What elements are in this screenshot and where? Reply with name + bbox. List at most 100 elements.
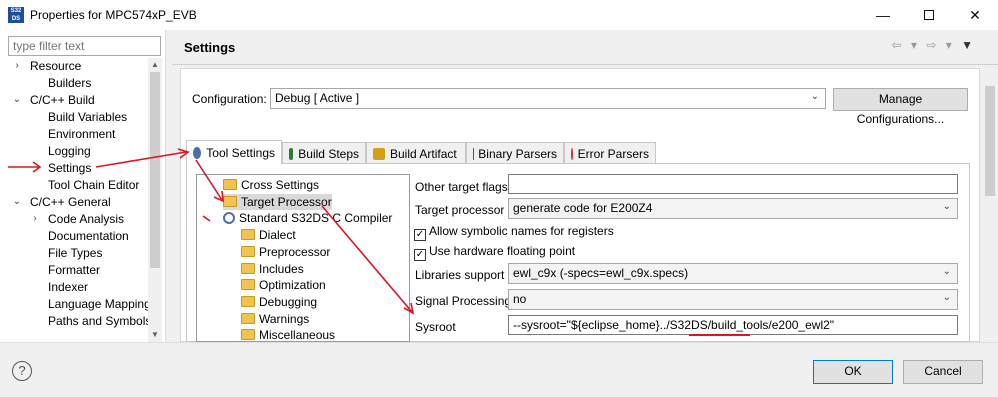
target-processor-select[interactable]: generate code for E200Z4 ⌄ (508, 198, 958, 219)
tool-tree-item-warnings[interactable]: Warnings (241, 311, 309, 327)
other-target-flags-label: Other target flags (415, 180, 508, 194)
tree-item-label: Builders (48, 76, 92, 90)
configuration-select[interactable]: Debug [ Active ] ⌄ (270, 88, 826, 109)
chevron-right-icon[interactable]: › (12, 58, 22, 74)
page-title: Settings (184, 40, 236, 55)
divider (172, 64, 998, 65)
tab-label: Tool Settings (206, 145, 275, 160)
target-processor-label: Target processor (415, 203, 505, 217)
error-icon (571, 147, 573, 160)
tab-build-artifact[interactable]: Build Artifact (366, 142, 466, 164)
menu-icon[interactable]: ▼ (961, 38, 976, 52)
tree-item-label: Resource (30, 59, 82, 73)
back-icon[interactable]: ⇦ (892, 38, 905, 52)
tool-tree-label: Dialect (259, 228, 296, 243)
chevron-down-icon[interactable]: ⌄ (12, 194, 22, 210)
tab-label: Build Artifact (390, 146, 457, 161)
tree-item-label: Environment (48, 127, 116, 141)
libraries-support-select[interactable]: ewl_c9x (-specs=ewl_c9x.specs) ⌄ (508, 263, 958, 284)
help-icon[interactable]: ? (12, 361, 32, 381)
folder-icon (241, 229, 255, 241)
cancel-button[interactable]: Cancel (903, 360, 983, 384)
tab-error-parsers[interactable]: Error Parsers (564, 142, 656, 164)
close-icon: ✕ (969, 6, 981, 23)
tab-binary-parsers[interactable]: Binary Parsers (466, 142, 564, 164)
tool-tree-item-cross-settings[interactable]: Cross Settings (223, 177, 319, 193)
trophy-icon (373, 147, 385, 160)
folder-icon (241, 295, 255, 307)
tool-tree-item-preprocessor[interactable]: Preprocessor (241, 244, 330, 260)
checkbox-checked-icon: ✓ (414, 229, 426, 241)
tool-tree: Cross Settings Target Processor Standard S… (196, 174, 410, 342)
folder-icon (223, 179, 237, 190)
hw-float-checkbox[interactable]: ✓ Use hardware floating point (414, 244, 575, 261)
tool-tree-item-dialect[interactable]: Dialect (241, 227, 296, 243)
tab-build-steps[interactable]: Build Steps (282, 142, 366, 164)
chevron-down-icon[interactable]: ⌄ (12, 92, 22, 108)
scroll-up-icon[interactable]: ▲ (148, 58, 162, 72)
tool-tree-label: Debugging (259, 294, 318, 309)
tool-tree-item-standard-s32ds-c-compiler[interactable]: Standard S32DS C Compiler (223, 210, 392, 226)
other-target-flags-input[interactable] (508, 174, 958, 194)
dropdown-icon[interactable]: ▾ (911, 38, 920, 52)
signal-processing-select[interactable]: no ⌄ (508, 289, 958, 310)
folder-icon (241, 262, 255, 274)
folder-icon (241, 329, 255, 341)
tool-tree-label: Cross Settings (241, 178, 320, 192)
dialog-footer: ? OK Cancel (0, 342, 998, 397)
tool-tree-label: Warnings (259, 311, 310, 326)
wrench-icon (289, 147, 294, 160)
window-titlebar: S32 DS Properties for MPC574xP_EVB — ✕ (0, 0, 998, 30)
tree-item-label: Settings (48, 161, 92, 175)
tool-tree-label: Miscellaneous (259, 328, 336, 343)
tree-item-label: Paths and Symbols (48, 314, 152, 328)
tool-tree-item-optimization[interactable]: Optimization (241, 277, 326, 293)
folder-icon (241, 279, 255, 291)
scroll-thumb[interactable] (150, 72, 160, 268)
chevron-right-icon[interactable]: › (30, 211, 40, 227)
chevron-down-icon: ⌄ (942, 201, 951, 212)
dropdown-icon[interactable]: ▾ (946, 38, 955, 52)
scroll-down-icon[interactable]: ▼ (148, 328, 162, 342)
libraries-support-value: ewl_c9x (-specs=ewl_c9x.specs) (513, 266, 689, 280)
minimize-button[interactable]: — (860, 0, 906, 30)
hw-float-label: Use hardware floating point (429, 244, 576, 258)
tool-tree-item-debugging[interactable]: Debugging (241, 294, 317, 310)
tool-tree-item-target-processor[interactable]: Target Processor (223, 193, 332, 210)
tree-item-label: Tool Chain Editor (48, 178, 140, 192)
tab-tool-settings[interactable]: Tool Settings (186, 140, 282, 164)
ok-button[interactable]: OK (813, 360, 893, 384)
forward-icon[interactable]: ⇨ (926, 38, 939, 52)
tab-label: Build Steps (298, 146, 359, 161)
tree-item-label: Logging (48, 144, 91, 158)
folder-icon (241, 245, 255, 257)
maximize-icon (924, 10, 934, 20)
configuration-value: Debug [ Active ] (275, 91, 360, 105)
tool-tree-item-includes[interactable]: Includes (241, 261, 304, 277)
maximize-button[interactable] (906, 0, 952, 30)
folder-icon (223, 195, 237, 207)
tree-item-label: Indexer (48, 280, 89, 294)
filter-input[interactable] (8, 36, 161, 56)
close-button[interactable]: ✕ (952, 0, 998, 30)
tree-item-label: File Types (48, 246, 103, 260)
tree-item-label: C/C++ Build (30, 93, 95, 107)
left-scrollbar[interactable]: ▲ ▼ (148, 58, 162, 342)
nav-arrows[interactable]: ⇦ ▾ ⇨ ▾ ▼ (892, 38, 976, 52)
tab-label: Error Parsers (577, 146, 649, 161)
libraries-support-label: Libraries support (415, 268, 505, 282)
app-icon: S32 DS (8, 7, 24, 23)
scroll-thumb[interactable] (985, 86, 995, 196)
sysroot-label: Sysroot (415, 320, 456, 334)
tool-tree-item-miscellaneous[interactable]: Miscellaneous (241, 327, 335, 343)
symbolic-names-label: Allow symbolic names for registers (429, 224, 614, 238)
manage-configurations-button[interactable]: Manage Configurations... (833, 88, 968, 126)
right-scrollbar[interactable] (982, 68, 998, 342)
tree-item-label: Build Variables (48, 110, 128, 124)
gear-icon (193, 146, 202, 159)
tool-tree-label: Target Processor (241, 194, 332, 209)
sysroot-input[interactable]: --sysroot="${eclipse_home}../S32DS/build… (508, 315, 958, 335)
symbolic-names-checkbox[interactable]: ✓ Allow symbolic names for registers (414, 224, 614, 241)
tree-item-label: C/C++ General (30, 195, 111, 209)
tool-tree-label: Standard S32DS C Compiler (239, 211, 393, 226)
